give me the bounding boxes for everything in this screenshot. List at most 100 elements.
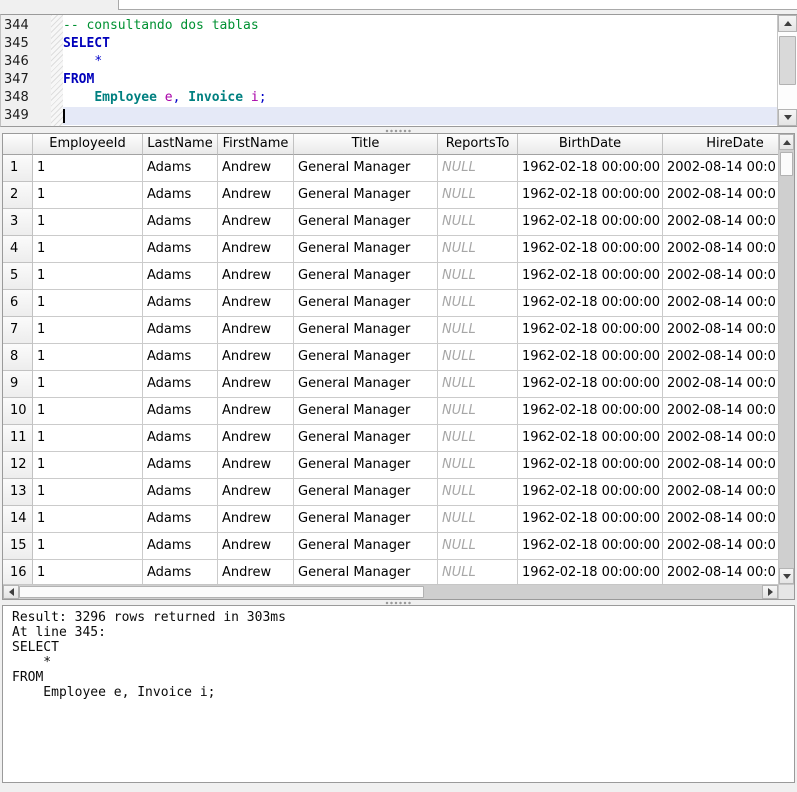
grid-cell[interactable]: General Manager [294,452,438,479]
grid-cell[interactable]: Adams [143,209,218,236]
grid-cell[interactable]: Andrew [218,560,294,584]
column-header-birthdate[interactable]: BirthDate [518,134,663,155]
column-header-reportsto[interactable]: ReportsTo [438,134,518,155]
grid-cell[interactable]: 1962-02-18 00:00:00 [518,209,663,236]
grid-cell[interactable]: Adams [143,290,218,317]
grid-cell[interactable]: Adams [143,263,218,290]
row-header[interactable]: 8 [3,344,33,371]
grid-scroll-left-button[interactable] [3,585,19,599]
column-header-title[interactable]: Title [294,134,438,155]
grid-cell[interactable]: 1962-02-18 00:00:00 [518,290,663,317]
grid-cell[interactable]: General Manager [294,533,438,560]
grid-cell[interactable]: 1 [33,371,143,398]
grid-cell[interactable]: 1962-02-18 00:00:00 [518,236,663,263]
column-header-hiredate[interactable]: HireDate [663,134,778,155]
grid-cell[interactable]: Adams [143,236,218,263]
grid-cell[interactable]: Andrew [218,452,294,479]
grid-cell[interactable]: 1 [33,290,143,317]
editor-vscrollbar[interactable] [777,15,797,126]
grid-cell[interactable]: Andrew [218,506,294,533]
grid-cell[interactable]: 1962-02-18 00:00:00 [518,317,663,344]
grid-cell[interactable]: 2002-08-14 00:0 [663,452,778,479]
grid-cell[interactable]: NULL [438,452,518,479]
grid-cell[interactable]: NULL [438,560,518,584]
grid-cell[interactable]: Andrew [218,236,294,263]
row-header[interactable]: 12 [3,452,33,479]
grid-cell[interactable]: 1962-02-18 00:00:00 [518,479,663,506]
grid-cell[interactable]: NULL [438,533,518,560]
grid-cell[interactable]: Adams [143,452,218,479]
grid-cell[interactable]: Adams [143,371,218,398]
grid-cell[interactable]: Andrew [218,533,294,560]
column-header-lastname[interactable]: LastName [143,134,218,155]
grid-cell[interactable]: Adams [143,533,218,560]
grid-cell[interactable]: 1962-02-18 00:00:00 [518,398,663,425]
grid-cell[interactable]: NULL [438,371,518,398]
column-header-employeeid[interactable]: EmployeeId [33,134,143,155]
grid-cell[interactable]: NULL [438,263,518,290]
grid-cell[interactable]: Andrew [218,182,294,209]
grid-cell[interactable]: NULL [438,398,518,425]
code-line[interactable]: FROM [63,71,777,89]
row-header[interactable]: 13 [3,479,33,506]
grid-cell[interactable]: Andrew [218,398,294,425]
grid-cell[interactable]: 1 [33,263,143,290]
query-log-panel[interactable]: Result: 3296 rows returned in 303ms At li… [2,605,795,783]
code-line[interactable] [63,107,777,125]
grid-vscroll-thumb[interactable] [780,152,793,176]
grid-cell[interactable]: 1 [33,155,143,182]
grid-scroll-right-button[interactable] [762,585,778,599]
grid-cell[interactable]: 1 [33,209,143,236]
grid-cell[interactable]: Andrew [218,317,294,344]
grid-cell[interactable]: Adams [143,506,218,533]
grid-cell[interactable]: 1 [33,506,143,533]
grid-cell[interactable]: 1 [33,236,143,263]
grid-cell[interactable]: 1962-02-18 00:00:00 [518,560,663,584]
grid-cell[interactable]: Adams [143,155,218,182]
grid-cell[interactable]: 1962-02-18 00:00:00 [518,344,663,371]
grid-cell[interactable]: 2002-08-14 00:0 [663,560,778,584]
grid-hscrollbar[interactable] [3,584,778,599]
grid-cell[interactable]: General Manager [294,560,438,584]
grid-cell[interactable]: General Manager [294,425,438,452]
grid-cell[interactable]: 2002-08-14 00:0 [663,317,778,344]
grid-cell[interactable]: 2002-08-14 00:0 [663,398,778,425]
grid-cell[interactable]: 2002-08-14 00:0 [663,236,778,263]
row-header[interactable]: 2 [3,182,33,209]
grid-cell[interactable]: NULL [438,236,518,263]
grid-cell[interactable]: Adams [143,344,218,371]
grid-cell[interactable]: NULL [438,344,518,371]
row-header-corner[interactable] [3,134,33,155]
sql-code-area[interactable]: -- consultando dos tablas SELECT * FROM Em… [63,15,777,126]
grid-cell[interactable]: NULL [438,506,518,533]
row-header[interactable]: 14 [3,506,33,533]
grid-hscroll-thumb[interactable] [19,586,424,598]
grid-cell[interactable]: 2002-08-14 00:0 [663,425,778,452]
grid-cell[interactable]: NULL [438,182,518,209]
row-header[interactable]: 1 [3,155,33,182]
grid-cell[interactable]: Adams [143,560,218,584]
grid-cell[interactable]: 1 [33,398,143,425]
editor-vscroll-track[interactable] [778,32,797,109]
row-header[interactable]: 4 [3,236,33,263]
grid-cell[interactable]: NULL [438,209,518,236]
grid-cell[interactable]: General Manager [294,155,438,182]
grid-cell[interactable]: 2002-08-14 00:0 [663,506,778,533]
row-header[interactable]: 11 [3,425,33,452]
grid-cell[interactable]: General Manager [294,209,438,236]
column-header-firstname[interactable]: FirstName [218,134,294,155]
grid-cell[interactable]: General Manager [294,317,438,344]
grid-cell[interactable]: 1 [33,425,143,452]
grid-cell[interactable]: Adams [143,479,218,506]
grid-cell[interactable]: 1962-02-18 00:00:00 [518,425,663,452]
grid-cell[interactable]: 1962-02-18 00:00:00 [518,263,663,290]
grid-cell[interactable]: 2002-08-14 00:0 [663,344,778,371]
grid-cell[interactable]: 1962-02-18 00:00:00 [518,506,663,533]
grid-cell[interactable]: 1962-02-18 00:00:00 [518,182,663,209]
grid-cell[interactable]: Andrew [218,209,294,236]
grid-cell[interactable]: General Manager [294,236,438,263]
grid-cell[interactable]: Adams [143,425,218,452]
grid-cell[interactable]: 1962-02-18 00:00:00 [518,452,663,479]
grid-cell[interactable]: Andrew [218,371,294,398]
grid-cell[interactable]: General Manager [294,263,438,290]
